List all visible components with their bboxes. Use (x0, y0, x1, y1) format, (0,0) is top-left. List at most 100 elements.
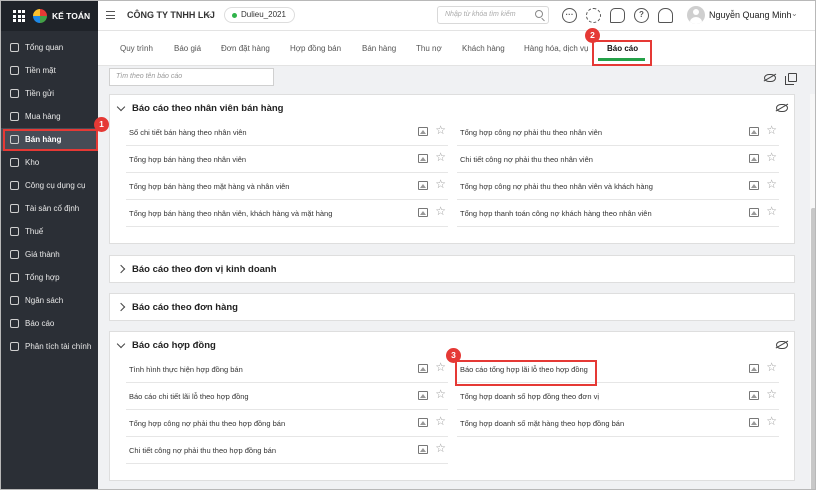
report-row[interactable]: Tổng hợp bán hàng theo mặt hàng và nhân … (126, 174, 448, 200)
sidebar-item[interactable]: Công cụ dụng cụ (1, 174, 98, 197)
chevron-down-icon[interactable]: ⌄ (791, 9, 798, 18)
preview-image-icon[interactable] (418, 445, 428, 454)
sidebar-item[interactable]: Giá thành (1, 243, 98, 266)
tab[interactable]: Quy trình (120, 44, 153, 53)
sidebar-item[interactable]: Báo cáo (1, 312, 98, 335)
section-header[interactable]: Báo cáo hợp đồng (116, 332, 216, 358)
hide-eye-icon[interactable] (776, 104, 788, 112)
report-link[interactable]: Tổng hợp doanh số mặt hàng theo hợp đồng… (460, 419, 624, 428)
favorite-star-icon[interactable]: ☆ (435, 205, 446, 217)
report-link[interactable]: Tổng hợp công nợ phải thu theo nhân viên (460, 128, 602, 137)
report-row[interactable]: Báo cáo chi tiết lãi lỗ theo hợp đồng ☆ (126, 384, 448, 410)
report-link[interactable]: Tổng hợp doanh số hợp đồng theo đơn vị (460, 392, 599, 401)
sidebar-item[interactable]: Tiền gửi (1, 82, 98, 105)
scrollbar-thumb[interactable] (811, 208, 815, 489)
sidebar-item[interactable]: Tổng quan (1, 36, 98, 59)
report-row[interactable]: Tổng hợp thanh toán công nợ khách hàng t… (457, 201, 779, 227)
report-link[interactable]: Tổng hợp thanh toán công nợ khách hàng t… (460, 209, 652, 218)
report-link[interactable]: Chi tiết công nợ phải thu theo hợp đồng … (129, 446, 276, 455)
report-row[interactable]: Tổng hợp công nợ phải thu theo nhân viên… (457, 174, 779, 200)
report-link[interactable]: Tổng hợp bán hàng theo nhân viên, khách … (129, 209, 332, 218)
report-row[interactable]: Tổng hợp doanh số mặt hàng theo hợp đồng… (457, 411, 779, 437)
report-row[interactable]: Chi tiết công nợ phải thu theo nhân viên… (457, 147, 779, 173)
favorite-star-icon[interactable]: ☆ (435, 415, 446, 427)
report-row[interactable]: Tổng hợp công nợ phải thu theo hợp đồng … (126, 411, 448, 437)
section-header[interactable]: Báo cáo theo đơn vị kinh doanh (116, 256, 277, 282)
preview-image-icon[interactable] (749, 208, 759, 217)
favorite-star-icon[interactable]: ☆ (435, 388, 446, 400)
avatar[interactable] (687, 6, 705, 24)
user-name[interactable]: Nguyễn Quang Minh (709, 10, 792, 20)
sidebar-item[interactable]: Ngân sách (1, 289, 98, 312)
report-filter-input[interactable]: Tìm theo tên báo cáo (109, 68, 274, 86)
report-link[interactable]: Báo cáo chi tiết lãi lỗ theo hợp đồng (129, 392, 249, 401)
hide-eye-icon[interactable] (764, 74, 776, 82)
help-icon[interactable]: ? (634, 8, 649, 23)
chevron-right-icon[interactable] (116, 264, 126, 274)
favorite-star-icon[interactable]: ☆ (766, 388, 777, 400)
report-row[interactable]: Tổng hợp bán hàng theo nhân viên, khách … (126, 201, 448, 227)
hamburger-menu-icon[interactable] (106, 11, 115, 19)
section-header[interactable]: Báo cáo theo nhân viên bán hàng (116, 95, 284, 121)
preview-image-icon[interactable] (418, 364, 428, 373)
report-link[interactable]: Tình hình thực hiện hợp đồng bán (129, 365, 243, 374)
preview-image-icon[interactable] (418, 418, 428, 427)
report-link[interactable]: Tổng hợp công nợ phải thu theo nhân viên… (460, 182, 653, 191)
preview-image-icon[interactable] (418, 127, 428, 136)
notification-bell-icon[interactable] (658, 8, 673, 23)
apps-grid-icon[interactable] (13, 10, 25, 22)
preview-image-icon[interactable] (749, 181, 759, 190)
hide-eye-icon[interactable] (776, 341, 788, 349)
report-row[interactable]: Tổng hợp công nợ phải thu theo nhân viên… (457, 120, 779, 146)
sidebar-item[interactable]: Tiền mặt (1, 59, 98, 82)
database-selector[interactable]: Dulieu_2021 (224, 7, 295, 23)
tab[interactable]: Đơn đặt hàng (221, 44, 270, 53)
sidebar-item[interactable]: Kho (1, 151, 98, 174)
favorite-star-icon[interactable]: ☆ (435, 151, 446, 163)
favorite-star-icon[interactable]: ☆ (766, 205, 777, 217)
sidebar-item[interactable]: Phân tích tài chính (1, 335, 98, 358)
favorite-star-icon[interactable]: ☆ (766, 178, 777, 190)
chevron-down-icon[interactable]: ⌄ (205, 8, 213, 19)
more-options-icon[interactable]: ··· (562, 8, 577, 23)
report-link[interactable]: Tổng hợp bán hàng theo mặt hàng và nhân … (129, 182, 289, 191)
settings-gear-icon[interactable] (586, 8, 601, 23)
report-row[interactable]: Sổ chi tiết bán hàng theo nhân viên ☆ (126, 120, 448, 146)
chevron-right-icon[interactable] (116, 302, 126, 312)
tab[interactable]: Hàng hóa, dịch vụ (524, 44, 589, 53)
preview-image-icon[interactable] (418, 391, 428, 400)
report-link[interactable]: Chi tiết công nợ phải thu theo nhân viên (460, 155, 593, 164)
report-link[interactable]: Sổ chi tiết bán hàng theo nhân viên (129, 128, 247, 137)
section-header[interactable]: Báo cáo theo đơn hàng (116, 294, 238, 320)
favorite-star-icon[interactable]: ☆ (435, 124, 446, 136)
tab[interactable]: Thu nợ (416, 44, 442, 53)
search-icon[interactable] (535, 10, 543, 18)
preview-image-icon[interactable] (418, 154, 428, 163)
chat-icon[interactable] (610, 8, 625, 23)
tab[interactable]: Bán hàng (362, 44, 396, 53)
report-row[interactable]: Chi tiết công nợ phải thu theo hợp đồng … (126, 438, 448, 464)
favorite-star-icon[interactable]: ☆ (435, 178, 446, 190)
preview-image-icon[interactable] (418, 181, 428, 190)
preview-image-icon[interactable] (749, 391, 759, 400)
report-link[interactable]: Tổng hợp bán hàng theo nhân viên (129, 155, 246, 164)
company-selector[interactable]: CÔNG TY TNHH LKJ (127, 10, 215, 20)
chevron-down-icon[interactable] (116, 102, 126, 111)
search-input[interactable]: Nhập từ khóa tìm kiếm (437, 6, 549, 24)
sidebar-item[interactable]: Mua hàng (1, 105, 98, 128)
preview-image-icon[interactable] (749, 127, 759, 136)
report-row[interactable]: Tình hình thực hiện hợp đồng bán ☆ (126, 357, 448, 383)
sidebar-item[interactable]: Thuế (1, 220, 98, 243)
favorite-star-icon[interactable]: ☆ (766, 151, 777, 163)
preview-image-icon[interactable] (749, 364, 759, 373)
tab[interactable]: Khách hàng (462, 44, 505, 53)
favorite-star-icon[interactable]: ☆ (766, 415, 777, 427)
preview-image-icon[interactable] (418, 208, 428, 217)
chevron-down-icon[interactable] (116, 339, 126, 348)
report-row[interactable]: Tổng hợp bán hàng theo nhân viên ☆ (126, 147, 448, 173)
report-row[interactable]: Tổng hợp doanh số hợp đồng theo đơn vị ☆ (457, 384, 779, 410)
sidebar-item[interactable]: Tổng hợp (1, 266, 98, 289)
tab[interactable]: Báo giá (174, 44, 201, 53)
preview-image-icon[interactable] (749, 154, 759, 163)
favorite-star-icon[interactable]: ☆ (766, 361, 777, 373)
